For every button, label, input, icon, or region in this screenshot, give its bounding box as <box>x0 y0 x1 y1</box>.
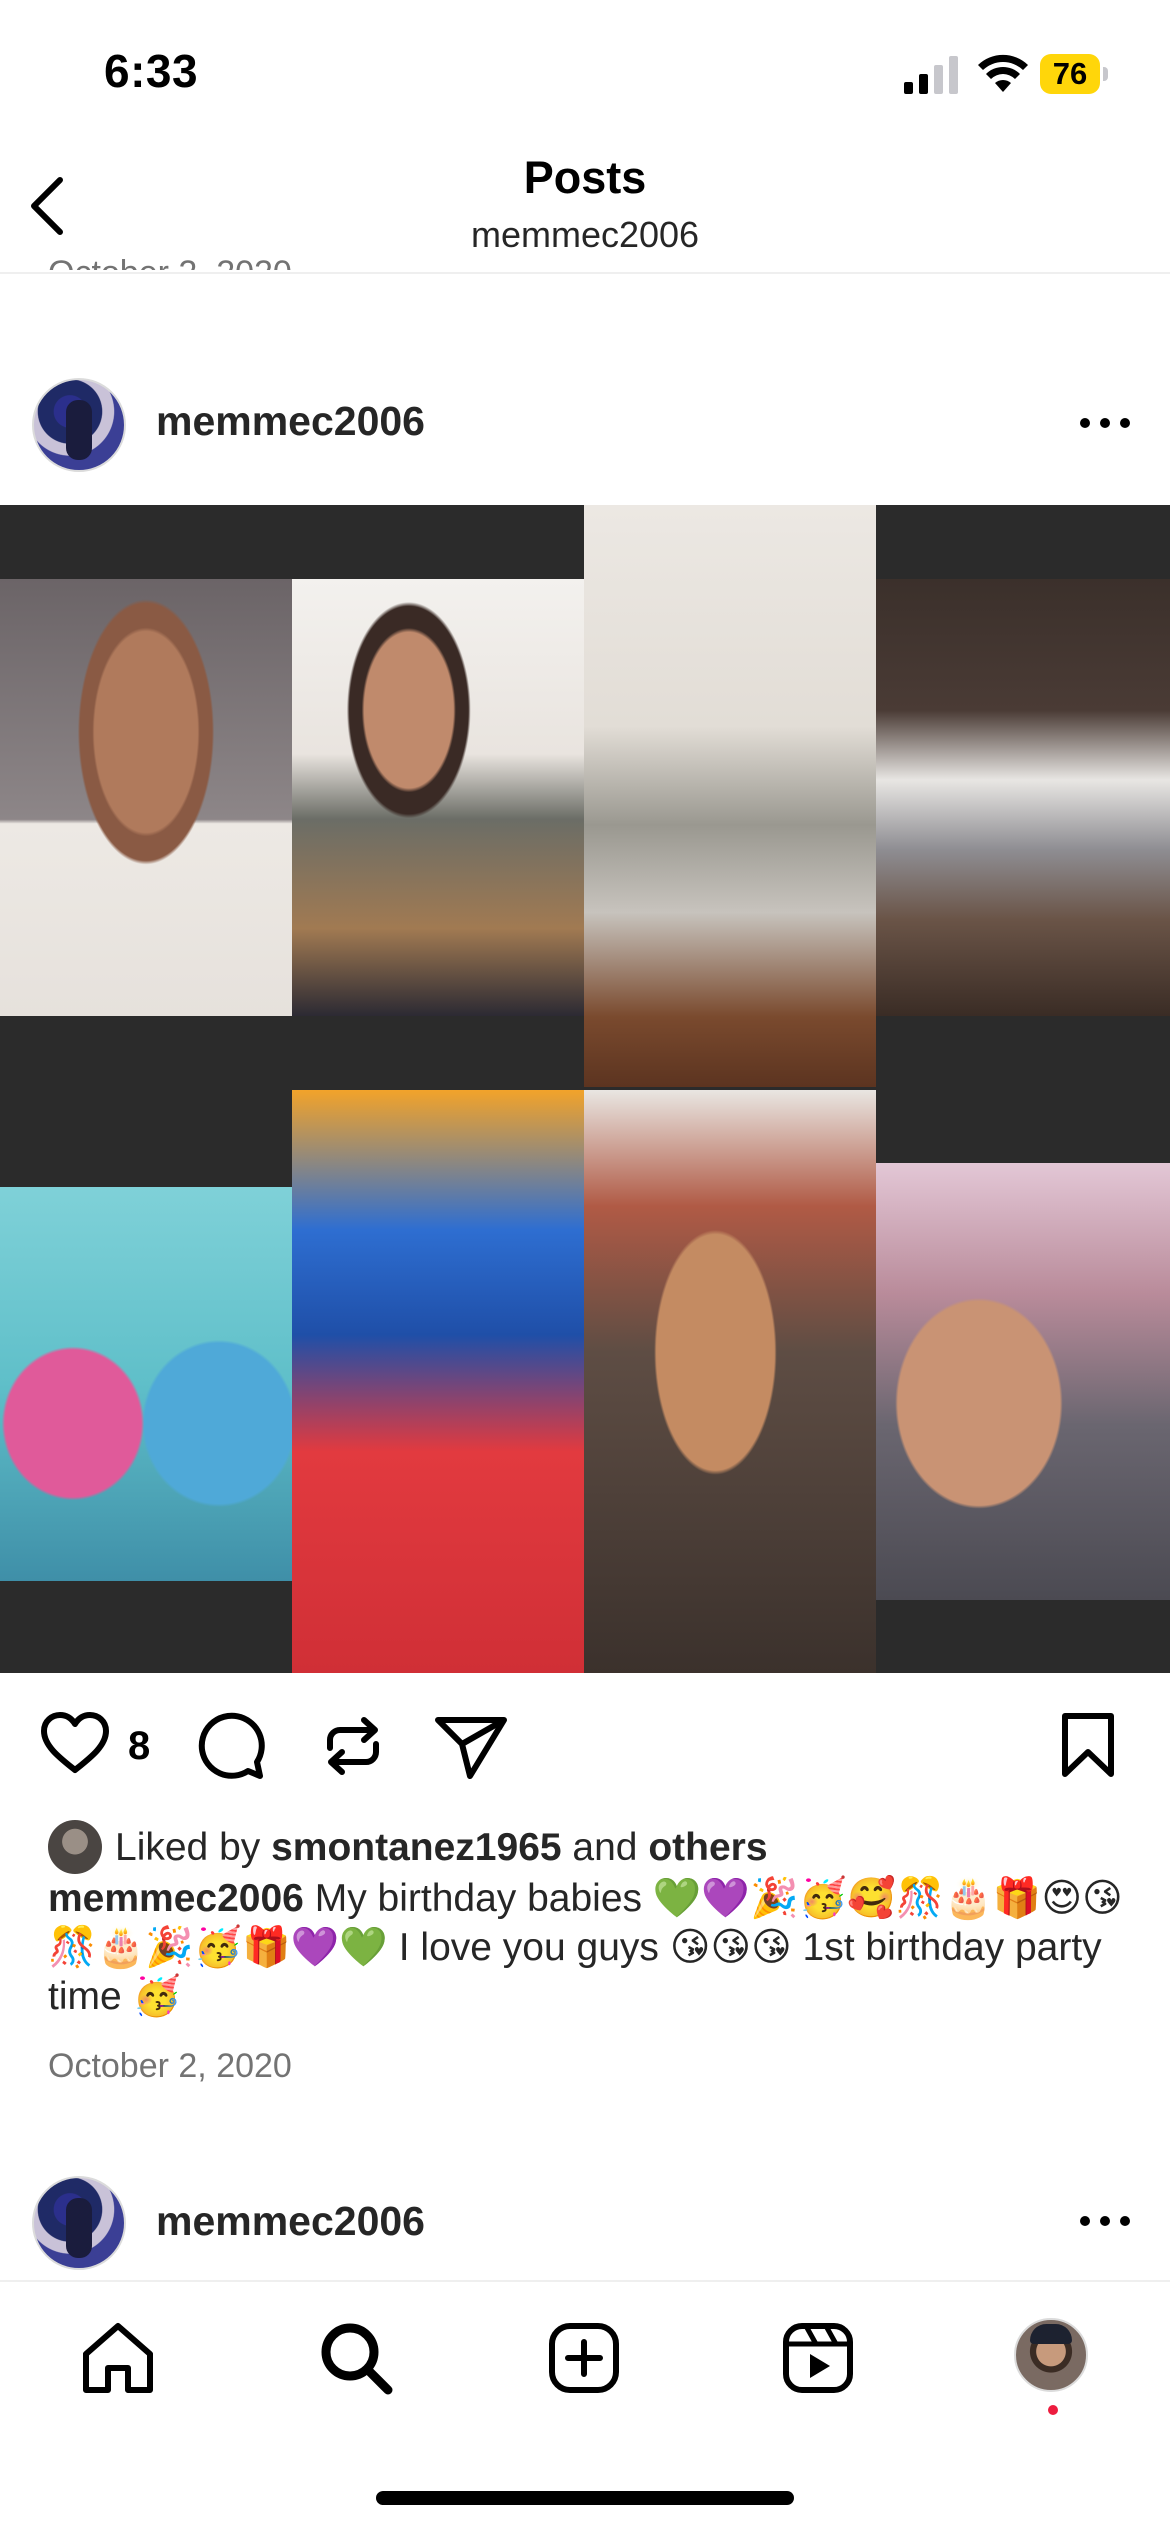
next-post-author-username[interactable]: memmec2006 <box>156 2198 425 2245</box>
status-time: 6:33 <box>104 45 199 97</box>
page-title: Posts <box>523 152 647 203</box>
home-icon[interactable] <box>80 2320 156 2396</box>
plus-square-icon[interactable] <box>546 2320 622 2396</box>
heart-icon[interactable] <box>40 1712 110 1776</box>
collage-photo <box>0 579 292 1016</box>
collage-photo <box>292 579 584 1016</box>
collage-photo <box>584 1090 876 1673</box>
battery-indicator: 76 <box>1040 54 1110 94</box>
notification-dot <box>1048 2405 1058 2415</box>
post-caption: memmec2006 My birthday babies 💚💜🎉🥳🥰🎊🎂🎁😍😘… <box>48 1874 1128 2021</box>
more-horizontal-icon[interactable] <box>1080 418 1130 432</box>
more-horizontal-icon[interactable] <box>1080 2216 1130 2230</box>
reels-icon[interactable] <box>780 2320 856 2396</box>
liked-by-prefix: Liked by <box>115 1826 272 1869</box>
page-subtitle: memmec2006 <box>470 214 700 255</box>
send-icon[interactable] <box>434 1714 508 1780</box>
comment-icon[interactable] <box>196 1712 266 1782</box>
repost-icon[interactable] <box>318 1710 388 1782</box>
liker-avatar[interactable] <box>48 1820 102 1874</box>
collage-photo <box>292 1090 584 1673</box>
liked-by-username[interactable]: smontanez1965 <box>271 1826 561 1869</box>
liked-by-conjunction: and <box>561 1826 649 1869</box>
home-indicator <box>376 2491 794 2505</box>
profile-tab-avatar[interactable] <box>1014 2318 1088 2392</box>
cellular-signal-icon <box>904 56 958 94</box>
collage-photo <box>0 1187 292 1581</box>
caption-username[interactable]: memmec2006 <box>48 1877 304 1920</box>
header-divider <box>0 272 1170 274</box>
collage-photo <box>584 505 876 1087</box>
wifi-icon <box>978 54 1028 92</box>
like-count[interactable]: 8 <box>128 1724 150 1769</box>
post-author-username[interactable]: memmec2006 <box>156 398 425 445</box>
search-icon[interactable] <box>318 2320 394 2396</box>
battery-level: 76 <box>1052 56 1088 91</box>
collage-photo <box>876 1163 1170 1600</box>
next-post-author-avatar[interactable] <box>32 2176 126 2270</box>
liked-by-others[interactable]: others <box>648 1826 767 1869</box>
post-image[interactable] <box>0 505 1170 1673</box>
bookmark-icon[interactable] <box>1060 1712 1116 1778</box>
post-author-avatar[interactable] <box>32 378 126 472</box>
collage-photo <box>876 579 1170 1016</box>
post-date: October 2, 2020 <box>48 2047 292 2085</box>
liked-by-line[interactable]: Liked by smontanez1965 and others <box>115 1826 768 1870</box>
